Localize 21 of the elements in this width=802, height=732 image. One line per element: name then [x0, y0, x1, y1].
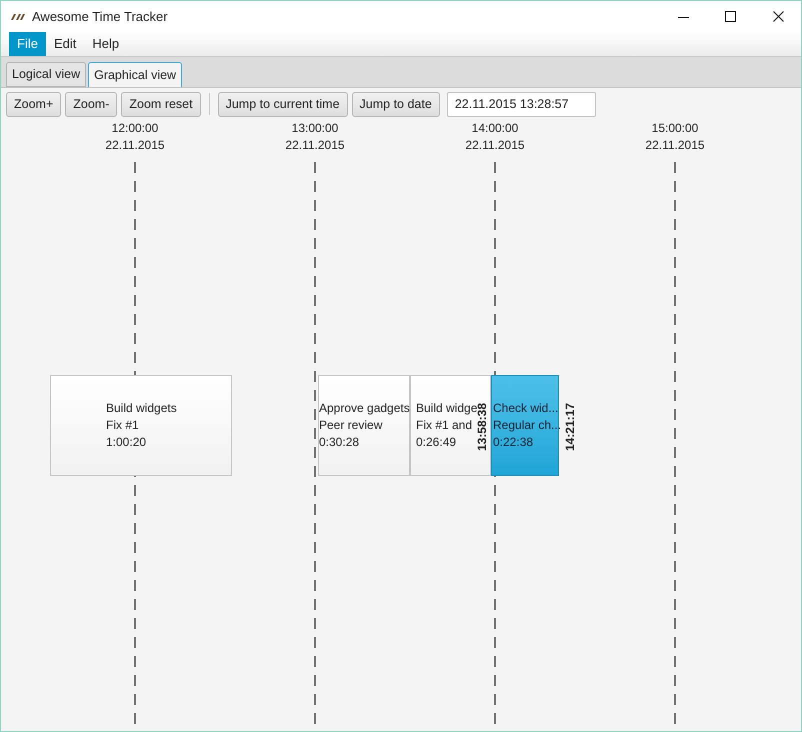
- close-icon[interactable]: [773, 10, 784, 22]
- menu-item[interactable]: Edit: [46, 32, 84, 56]
- time-entry-block[interactable]: Approve gadgets Peer review 0:30:28: [318, 375, 410, 476]
- app-logo-icon: [9, 12, 25, 20]
- toolbar-button[interactable]: Zoom reset: [121, 92, 201, 116]
- tab[interactable]: Graphical view: [88, 62, 182, 87]
- toolbar-button[interactable]: Jump to date: [352, 92, 440, 116]
- window-title: Awesome Time Tracker: [32, 8, 168, 26]
- time-marker-label: 14:21:17: [563, 402, 577, 454]
- time-label: 13:00:00 22.11.2015: [284, 120, 346, 154]
- toolbar-button[interactable]: Jump to current time: [218, 92, 348, 116]
- toolbar-button[interactable]: Zoom-: [65, 92, 118, 116]
- menu-item[interactable]: Help: [84, 32, 128, 56]
- maximize-icon[interactable]: [725, 10, 736, 22]
- toolbar-button[interactable]: Zoom+: [6, 92, 62, 116]
- time-label: 14:00:00 22.11.2015: [464, 120, 526, 154]
- time-entry-block[interactable]: Build widgets Fix #1 1:00:20: [50, 375, 232, 476]
- time-label: 12:00:00 22.11.2015: [104, 120, 166, 154]
- tab[interactable]: Logical view: [6, 62, 86, 87]
- time-label: 15:00:00 22.11.2015: [644, 120, 706, 154]
- date-field[interactable]: 22.11.2015 13:28:57: [446, 92, 596, 116]
